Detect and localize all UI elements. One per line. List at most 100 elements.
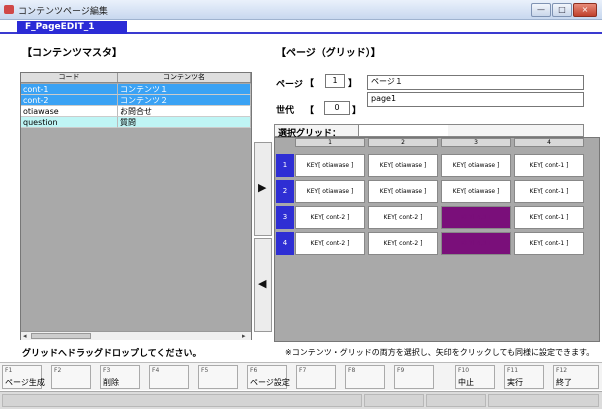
page-label: ページ xyxy=(276,80,303,90)
function-key-bar: F1 ページ生成 F2 F3 削除 F4 F5 F6 ページ設定 F7 F8 F9 F… xyxy=(0,362,602,390)
grid-cell[interactable]: KEY[ cont-1 ] xyxy=(514,206,584,229)
column-header-name[interactable]: コンテンツ名 xyxy=(118,73,251,82)
arrow-right-icon: ▶ xyxy=(258,181,267,194)
arrow-left-icon: ◀ xyxy=(258,277,267,290)
selected-grid-field[interactable] xyxy=(358,125,448,136)
row-name: コンテンツ１ xyxy=(118,84,251,95)
grid-info-note: ※コンテンツ・グリッドの両方を選択し、矢印をクリックしても同様に設定できます。 xyxy=(285,348,595,357)
fkey-number: F2 xyxy=(54,367,62,374)
page-number-field[interactable]: 1 xyxy=(325,74,345,88)
column-header-code[interactable]: コード xyxy=(21,73,118,82)
grid-cell[interactable]: KEY[ cont-2 ] xyxy=(295,206,365,229)
generation-field[interactable]: 0 xyxy=(324,101,350,115)
fkey-number: F9 xyxy=(397,367,405,374)
generation-bracket-open: 【 xyxy=(305,106,315,116)
fkey-label: ページ生成 xyxy=(5,378,45,387)
fkey-label: ページ設定 xyxy=(250,378,290,387)
content-master-title: 【コンテンツマスタ】 xyxy=(22,48,122,59)
tab-page-edit[interactable]: F_PageEDIT_1 xyxy=(17,21,127,34)
f9-button[interactable]: F9 xyxy=(394,365,434,389)
status-segment xyxy=(488,394,599,407)
fkey-label: 削除 xyxy=(103,378,119,387)
f6-button[interactable]: F6 ページ設定 xyxy=(247,365,290,389)
row-code: question xyxy=(21,117,118,128)
f3-button[interactable]: F3 削除 xyxy=(100,365,140,389)
grid-cell-selected[interactable]: KEY[ 4,3 ] xyxy=(441,232,511,255)
fkey-number: F1 xyxy=(5,367,13,374)
window-title-bar: コンテンツページ編集 — □ × xyxy=(0,0,602,20)
f12-button[interactable]: F12 終了 xyxy=(553,365,599,389)
fkey-number: F8 xyxy=(348,367,356,374)
row-name: 質問 xyxy=(118,117,251,128)
fkey-label: 中止 xyxy=(458,378,474,387)
page-key-field[interactable]: page1 xyxy=(367,92,584,107)
content-master-header: コード コンテンツ名 xyxy=(21,73,251,83)
fkey-number: F4 xyxy=(152,367,160,374)
grid-column-header: 1 xyxy=(295,138,365,147)
fkey-number: F3 xyxy=(103,367,111,374)
content-master-grid[interactable]: コード コンテンツ名 cont-1 コンテンツ１ cont-2 コンテンツ２ o… xyxy=(20,72,252,340)
selected-grid-bar: 選択グリッド： xyxy=(274,124,584,139)
status-bar xyxy=(0,391,602,409)
f7-button[interactable]: F7 xyxy=(296,365,336,389)
fkey-number: F7 xyxy=(299,367,307,374)
grid-row-number[interactable]: 2 xyxy=(276,180,294,203)
table-row[interactable]: cont-1 コンテンツ１ xyxy=(21,84,251,95)
f1-button[interactable]: F1 ページ生成 xyxy=(2,365,45,389)
grid-column-header: 4 xyxy=(514,138,584,147)
fkey-number: F6 xyxy=(250,367,258,374)
grid-cell[interactable]: KEY[ otiawase ] xyxy=(295,154,365,177)
status-segment xyxy=(2,394,362,407)
grid-cell[interactable]: KEY[ cont-1 ] xyxy=(514,180,584,203)
grid-cell[interactable]: KEY[ otiawase ] xyxy=(441,154,511,177)
grid-cell[interactable]: KEY[ otiawase ] xyxy=(441,180,511,203)
grid-cell[interactable]: KEY[ otiawase ] xyxy=(368,154,438,177)
grid-cell[interactable]: KEY[ cont-2 ] xyxy=(295,232,365,255)
page-bracket-open: 【 xyxy=(305,79,315,89)
grid-row-number[interactable]: 1 xyxy=(276,154,294,177)
grid-column-header: 3 xyxy=(441,138,511,147)
grid-cell[interactable]: KEY[ otiawase ] xyxy=(368,180,438,203)
f5-button[interactable]: F5 xyxy=(198,365,238,389)
fkey-label: 終了 xyxy=(556,378,572,387)
fkey-number: F12 xyxy=(556,367,568,374)
grid-column-header: 2 xyxy=(368,138,438,147)
grid-row-number[interactable]: 4 xyxy=(276,232,294,255)
page-bracket-close: 】 xyxy=(348,79,358,89)
fkey-number: F11 xyxy=(507,367,519,374)
maximize-button[interactable]: □ xyxy=(552,3,572,17)
grid-cell[interactable]: KEY[ cont-1 ] xyxy=(514,232,584,255)
f11-button[interactable]: F11 実行 xyxy=(504,365,544,389)
minimize-button[interactable]: — xyxy=(531,3,551,17)
close-button[interactable]: × xyxy=(573,3,597,17)
page-grid[interactable]: 1 2 3 4 1 KEY[ otiawase ] KEY[ otiawase … xyxy=(274,137,600,342)
assign-right-button[interactable]: ▶ xyxy=(254,142,272,236)
generation-label: 世代 xyxy=(276,106,295,116)
grid-cell[interactable]: KEY[ cont-1 ] xyxy=(514,154,584,177)
status-segment xyxy=(426,394,486,407)
f8-button[interactable]: F8 xyxy=(345,365,385,389)
grid-cell[interactable]: KEY[ cont-2 ] xyxy=(368,206,438,229)
grid-row-number[interactable]: 3 xyxy=(276,206,294,229)
page-name-field[interactable]: ページ１ xyxy=(367,75,584,90)
row-name: コンテンツ２ xyxy=(118,95,251,106)
grid-cell[interactable]: KEY[ cont-2 ] xyxy=(368,232,438,255)
scroll-left-icon[interactable]: ◂ xyxy=(23,332,27,340)
assign-left-button[interactable]: ◀ xyxy=(254,238,272,332)
row-code: otiawase xyxy=(21,106,118,117)
f4-button[interactable]: F4 xyxy=(149,365,189,389)
generation-bracket-close: 】 xyxy=(352,106,362,116)
page-grid-title: 【ページ（グリッド）】 xyxy=(276,48,381,59)
table-row[interactable]: question 質問 xyxy=(21,117,251,128)
table-row[interactable]: cont-2 コンテンツ２ xyxy=(21,95,251,106)
row-name: お問合せ xyxy=(118,106,251,117)
grid-cell-selected[interactable]: KEY[ 4,3 ] xyxy=(441,206,511,229)
table-row[interactable]: otiawase お問合せ xyxy=(21,106,251,117)
grid-cell[interactable]: KEY[ otiawase ] xyxy=(295,180,365,203)
fkey-number: F5 xyxy=(201,367,209,374)
scroll-right-icon[interactable]: ▸ xyxy=(242,332,246,340)
horizontal-scrollbar[interactable]: ◂ ▸ xyxy=(21,331,251,340)
scroll-thumb[interactable] xyxy=(31,333,91,339)
f10-button[interactable]: F10 中止 xyxy=(455,365,495,389)
f2-button[interactable]: F2 xyxy=(51,365,91,389)
